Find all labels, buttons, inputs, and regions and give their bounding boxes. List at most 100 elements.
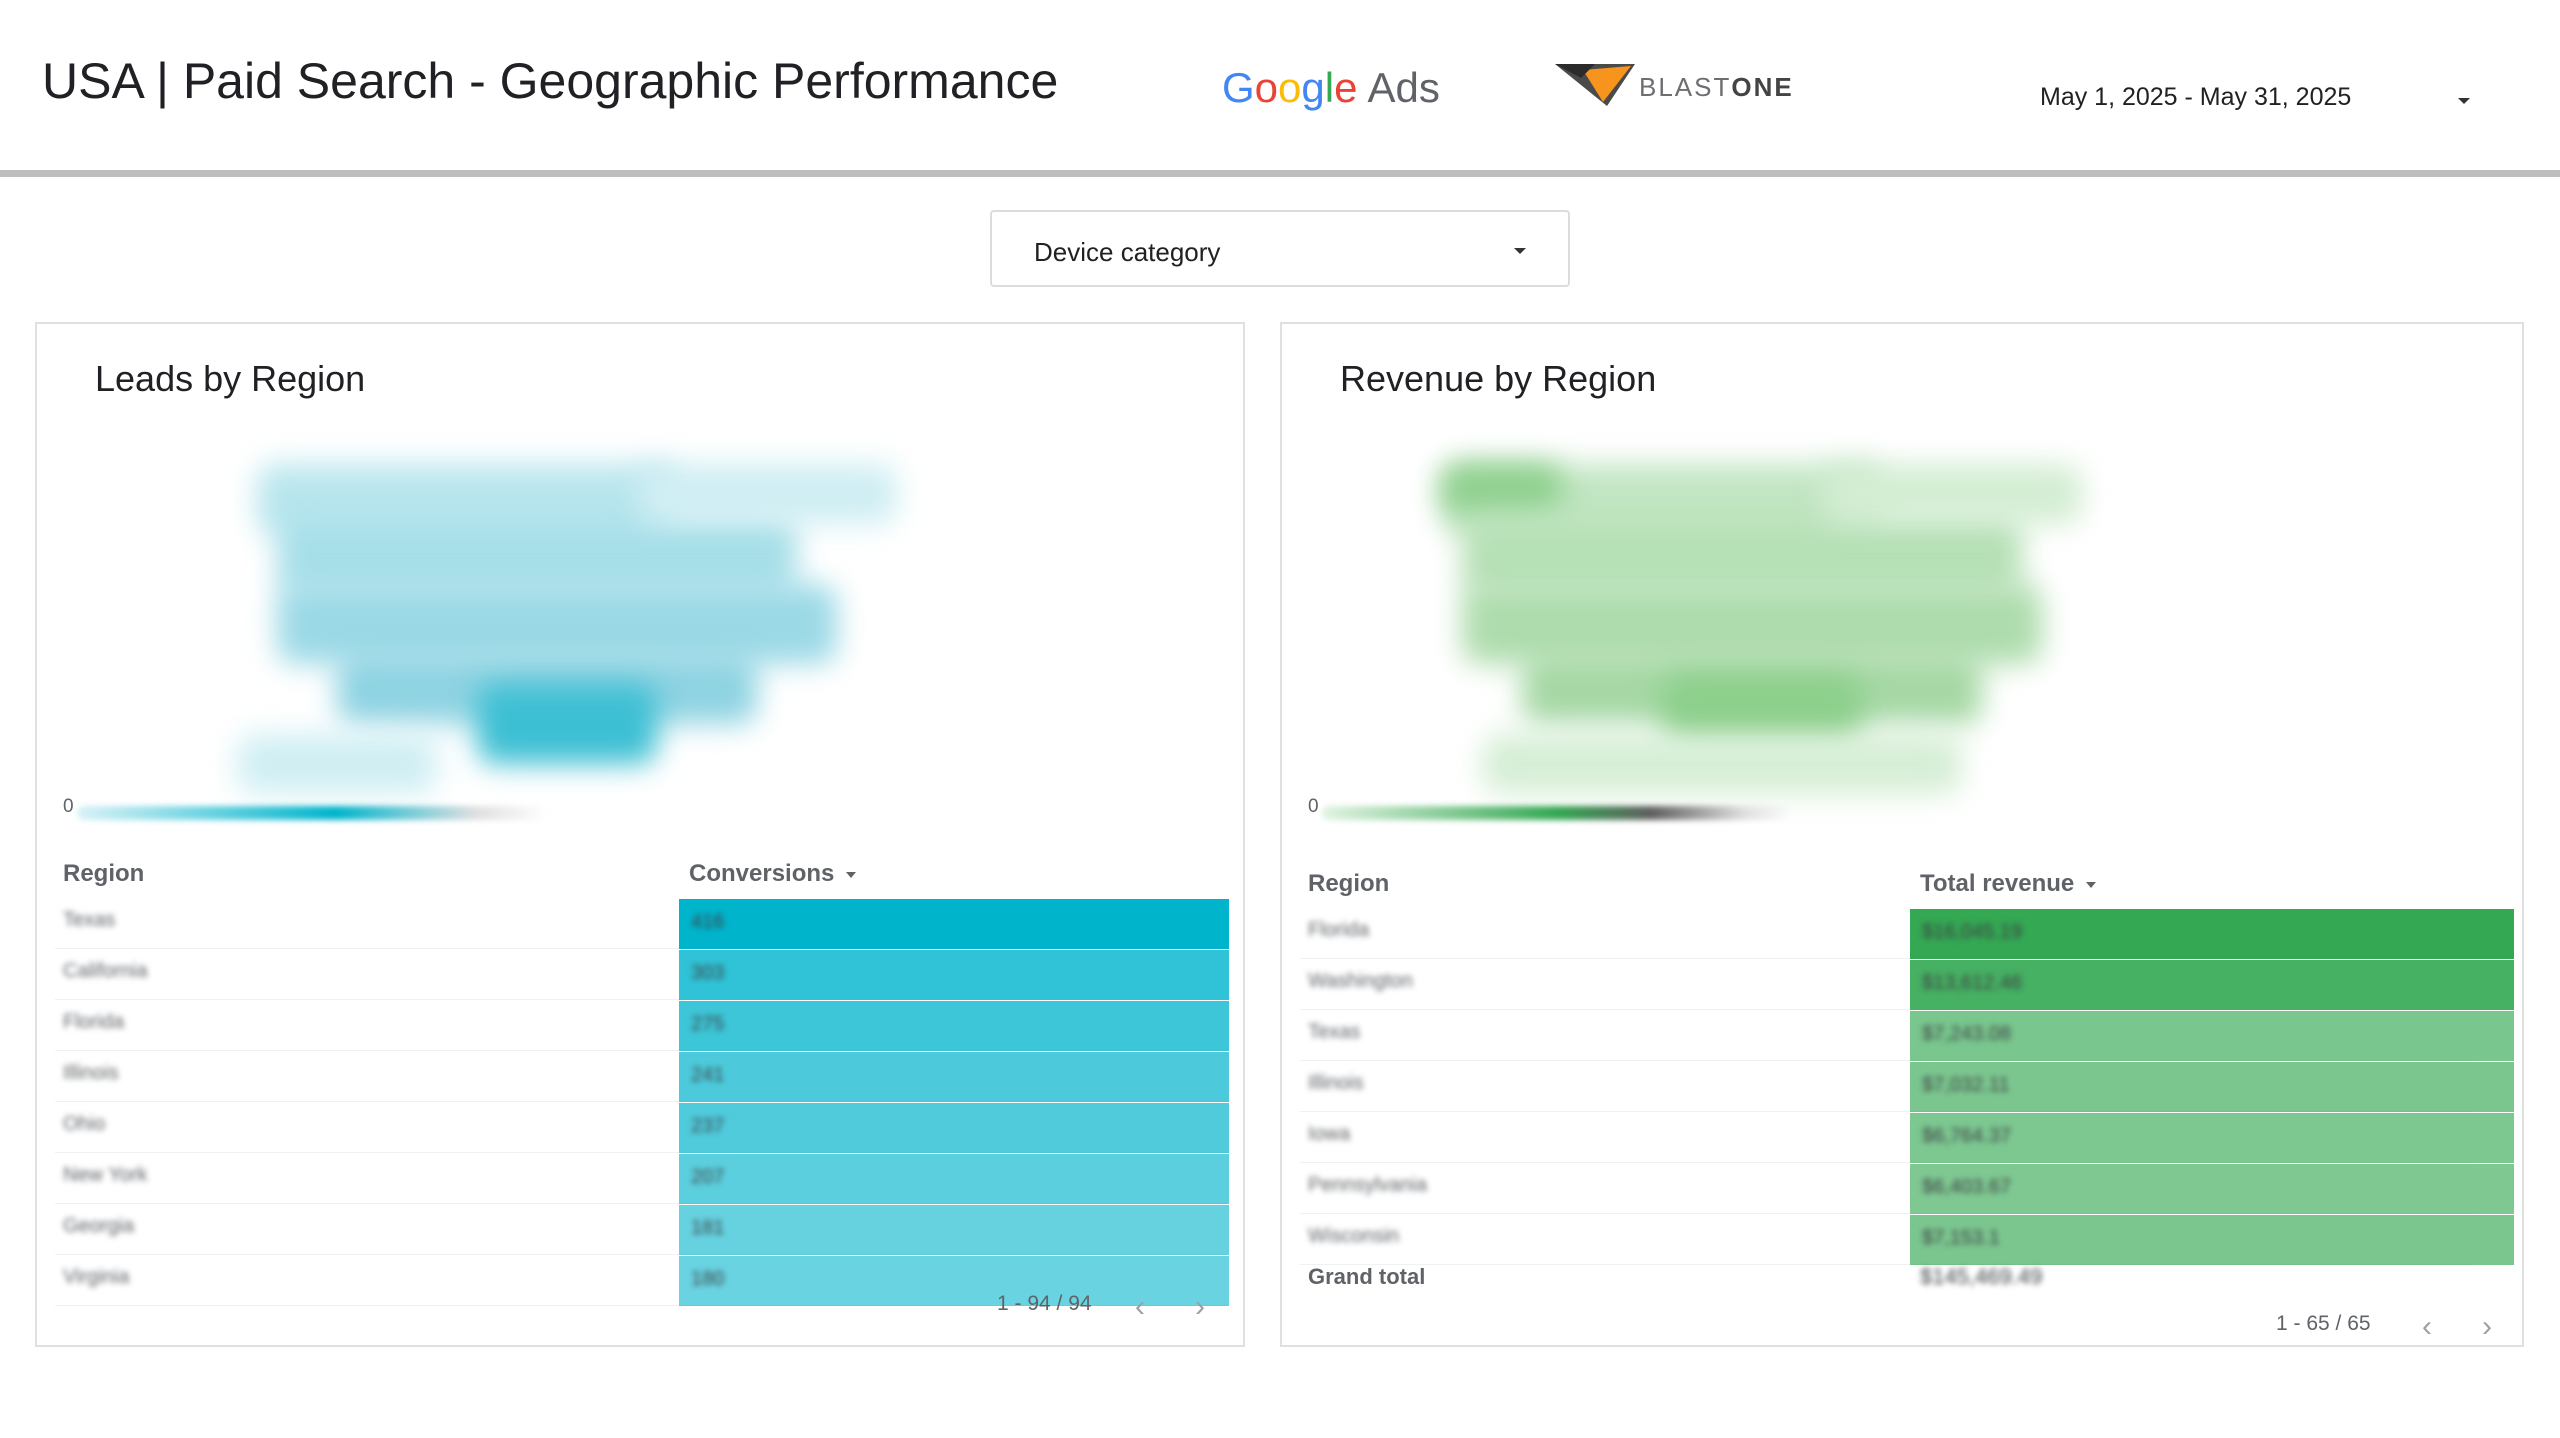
table-row[interactable]: Iowa $6,764.37 (1300, 1113, 2514, 1163)
device-category-label: Device category (1034, 237, 1221, 267)
metric-value: 180 (691, 1268, 725, 1290)
chevron-down-icon (1514, 248, 1526, 254)
metric-heat-cell: $16,045.19 (1910, 909, 2514, 959)
metric-value: $7,153.1 (1922, 1227, 2000, 1249)
table-row[interactable]: Florida $16,045.19 (1300, 909, 2514, 959)
region-cell: Florida (1308, 919, 1370, 941)
map-region (237, 734, 437, 794)
sort-desc-icon (2086, 881, 2097, 888)
leads-color-legend: 0 (37, 786, 657, 826)
metric-value: $16,045.19 (1922, 921, 2023, 943)
legend-min-label: 0 (63, 796, 74, 817)
revenue-by-region-panel: Revenue by Region 0 Region Total revenue… (1280, 322, 2524, 1347)
column-header-region[interactable]: Region (63, 860, 144, 888)
map-region (1462, 584, 2042, 664)
metric-value: $6,403.67 (1922, 1176, 2011, 1198)
revenue-geo-map[interactable] (1442, 444, 2262, 804)
metric-heat-cell: $6,764.37 (1910, 1113, 2514, 1163)
metric-value: 416 (691, 911, 725, 933)
table-row[interactable]: Texas $7,243.08 (1300, 1011, 2514, 1061)
chevron-left-icon[interactable]: ‹ (2412, 1312, 2442, 1344)
map-region (277, 584, 837, 664)
table-row[interactable]: Washington $13,612.46 (1300, 960, 2514, 1010)
leads-by-region-panel: Leads by Region 0 Region Conversions Tex… (35, 322, 1245, 1347)
blastone-wordmark: BLASTONE (1639, 72, 1794, 102)
region-cell: Illinois (1308, 1072, 1364, 1094)
table-header: Region Total revenue (1300, 864, 2474, 904)
table-row[interactable]: Georgia 181 (55, 1205, 1229, 1255)
table-row[interactable]: New York 207 (55, 1154, 1229, 1204)
device-category-filter[interactable]: Device category (990, 210, 1570, 287)
map-region (277, 514, 797, 594)
revenue-color-legend: 0 (1282, 786, 1902, 826)
table-row[interactable]: Wisconsin $7,153.1 (1300, 1215, 2514, 1265)
metric-heat-cell: $7,032.11 (1910, 1062, 2514, 1112)
map-region (1822, 464, 2082, 524)
map-region (1482, 734, 1962, 794)
metric-heat-cell: 237 (679, 1103, 1229, 1153)
legend-gradient (77, 806, 547, 820)
metric-heat-cell: 416 (679, 899, 1229, 949)
table-row[interactable]: Illinois $7,032.11 (1300, 1062, 2514, 1112)
date-range-text: May 1, 2025 - May 31, 2025 (2040, 83, 2352, 111)
report-header: USA | Paid Search - Geographic Performan… (0, 0, 2560, 172)
header-divider (0, 170, 2560, 177)
metric-heat-cell: $7,243.08 (1910, 1011, 2514, 1061)
chevron-left-icon[interactable]: ‹ (1125, 1292, 1155, 1324)
table-row[interactable]: Texas 416 (55, 899, 1229, 949)
map-region (637, 464, 897, 524)
leads-geo-map[interactable] (217, 444, 1017, 804)
metric-value: $7,243.08 (1922, 1023, 2011, 1045)
metric-heat-cell: $13,612.46 (1910, 960, 2514, 1010)
table-row[interactable]: California 303 (55, 950, 1229, 1000)
column-header-conversions[interactable]: Conversions (689, 860, 857, 888)
region-cell: Texas (63, 909, 116, 931)
page-title: USA | Paid Search - Geographic Performan… (42, 53, 1059, 109)
metric-heat-cell: 181 (679, 1205, 1229, 1255)
pagination-label: 1 - 94 / 94 (997, 1292, 1092, 1315)
region-cell: Texas (1308, 1021, 1361, 1043)
column-header-region[interactable]: Region (1308, 870, 1389, 898)
region-cell: Illinois (63, 1062, 119, 1084)
region-cell: Iowa (1308, 1123, 1351, 1145)
table-row[interactable]: Pennsylvania $6,403.67 (1300, 1164, 2514, 1214)
column-header-total-revenue[interactable]: Total revenue (1920, 870, 2097, 898)
pagination-label: 1 - 65 / 65 (2276, 1312, 2371, 1335)
region-cell: California (63, 960, 148, 982)
region-cell: Georgia (63, 1215, 135, 1237)
table-row[interactable]: Illinois 241 (55, 1052, 1229, 1102)
metric-value: $7,032.11 (1922, 1074, 2010, 1096)
metric-value: 241 (691, 1064, 725, 1086)
region-cell: Pennsylvania (1308, 1174, 1427, 1196)
metric-value: $6,764.37 (1922, 1125, 2011, 1147)
panel-title: Leads by Region (95, 358, 366, 399)
metric-value: $13,612.46 (1922, 972, 2023, 994)
metric-heat-cell: $7,153.1 (1910, 1215, 2514, 1265)
metric-heat-cell: 275 (679, 1001, 1229, 1051)
metric-value: 181 (691, 1217, 725, 1239)
date-range-picker[interactable]: May 1, 2025 - May 31, 2025 (2030, 78, 2470, 128)
metric-heat-cell: 303 (679, 950, 1229, 1000)
metric-value: 275 (691, 1013, 725, 1035)
chevron-down-icon (2458, 98, 2470, 104)
chevron-right-icon[interactable]: › (1185, 1292, 1215, 1324)
map-region-washington (1442, 464, 1562, 514)
panel-title: Revenue by Region (1340, 358, 1657, 399)
metric-heat-cell: 241 (679, 1052, 1229, 1102)
region-cell: Ohio (63, 1113, 106, 1135)
metric-heat-cell: $6,403.67 (1910, 1164, 2514, 1214)
blastone-mark-icon (1555, 64, 1635, 106)
chevron-right-icon[interactable]: › (2472, 1312, 2502, 1344)
legend-gradient (1322, 806, 1792, 820)
region-cell: Wisconsin (1308, 1225, 1400, 1247)
legend-min-label: 0 (1308, 796, 1319, 817)
table-row[interactable]: Ohio 237 (55, 1103, 1229, 1153)
sort-desc-icon (846, 871, 857, 878)
table-row[interactable]: Florida 275 (55, 1001, 1229, 1051)
region-cell: New York (63, 1164, 148, 1186)
metric-value: 303 (691, 962, 725, 984)
region-cell: Washington (1308, 970, 1413, 992)
region-cell: Virginia (63, 1266, 130, 1288)
table-header: Region Conversions (55, 854, 1229, 894)
map-region (1462, 514, 2022, 594)
